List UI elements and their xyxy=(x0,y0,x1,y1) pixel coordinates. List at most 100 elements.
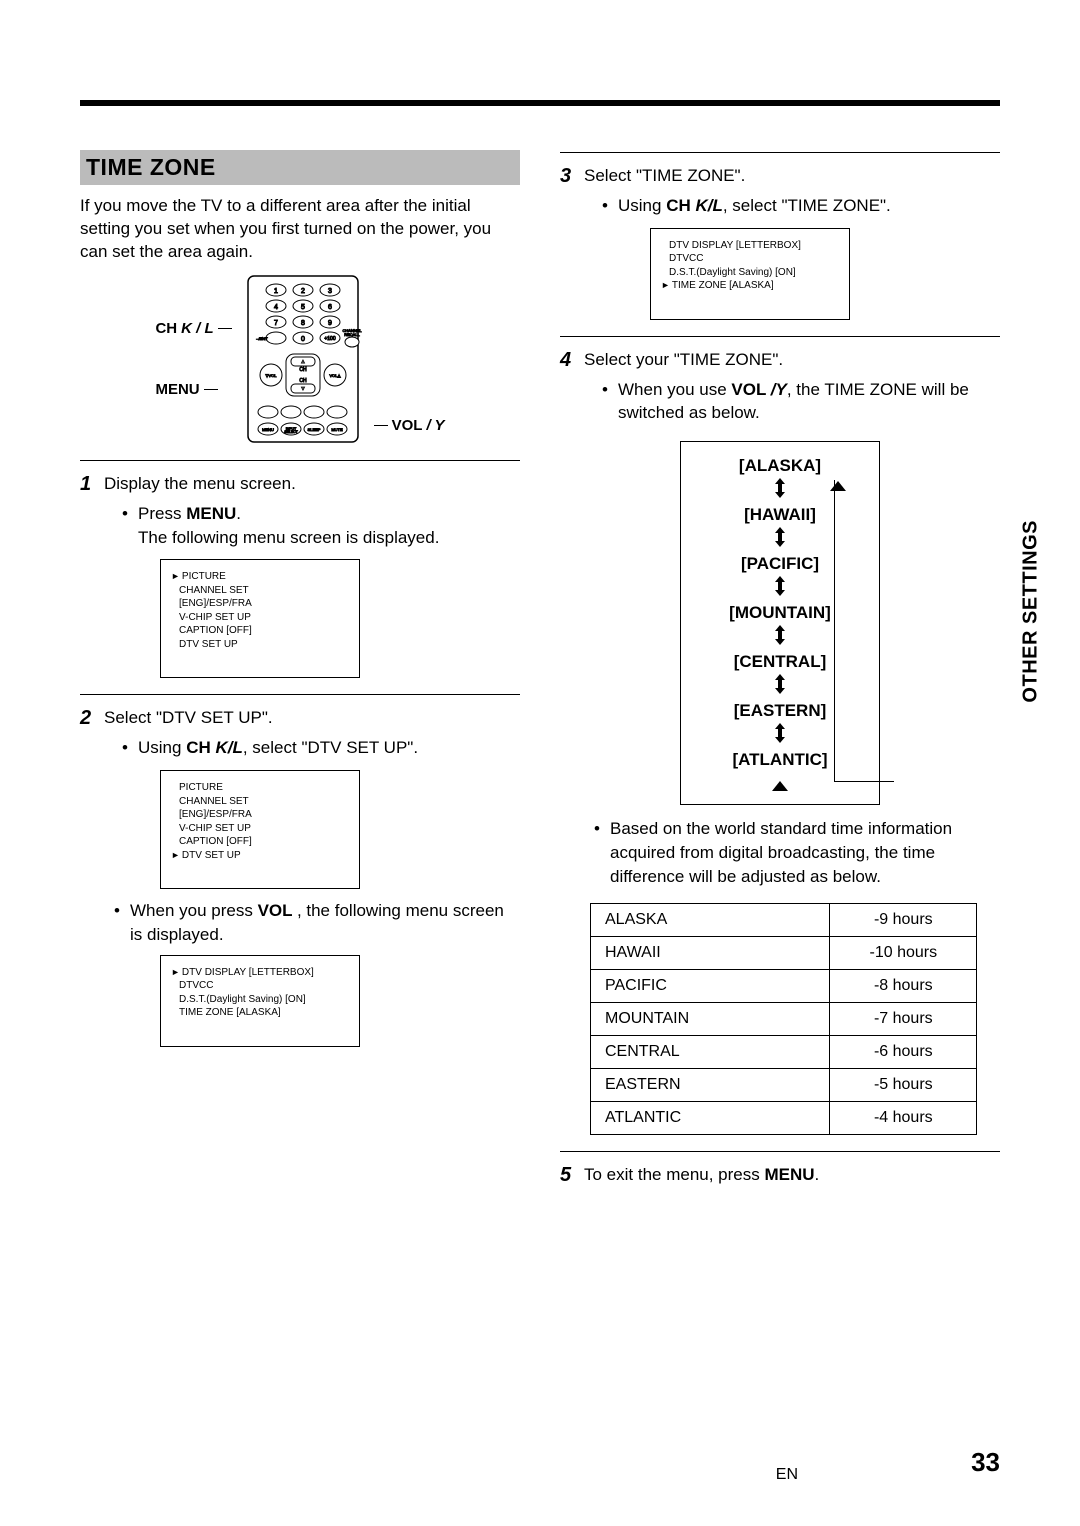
double-arrow-icon xyxy=(772,576,788,596)
svg-text:5: 5 xyxy=(301,304,305,311)
divider xyxy=(560,1151,1000,1152)
menu-item: DTV DISPLAY [LETTERBOX] xyxy=(171,966,351,980)
t: Based on the world standard time informa… xyxy=(610,817,1000,888)
svg-text:▲: ▲ xyxy=(300,359,305,365)
step-4-note: • Based on the world standard time infor… xyxy=(594,817,1000,888)
t: CH xyxy=(666,196,695,215)
double-arrow-icon xyxy=(772,723,788,743)
table-row: EASTERN-5 hours xyxy=(591,1068,977,1101)
menu-item: DTV SET UP xyxy=(179,638,351,652)
menu-item: DTVCC xyxy=(179,979,351,993)
t: Using xyxy=(618,196,666,215)
step-2-bullet-2: • When you press VOL , the following men… xyxy=(114,899,520,947)
menu-item: PICTURE xyxy=(179,781,351,795)
right-column: 3 Select "TIME ZONE". • Using CH K/L, se… xyxy=(560,150,1000,1187)
svg-text:1: 1 xyxy=(274,288,278,295)
t: When you use xyxy=(618,380,731,399)
step-2-bullet-1: • Using CH K/L, select "DTV SET UP". xyxy=(122,736,418,760)
t: VOL xyxy=(258,901,297,920)
svg-text:VOL△: VOL△ xyxy=(329,373,341,378)
intro-text: If you move the TV to a different area a… xyxy=(80,195,520,264)
step-3-text: Select "TIME ZONE". xyxy=(584,166,745,185)
step-3-bullet: • Using CH K/L, select "TIME ZONE". xyxy=(602,194,891,218)
t: VOL xyxy=(731,380,770,399)
cell: -5 hours xyxy=(830,1068,977,1101)
menu-item: CAPTION [OFF] xyxy=(179,835,351,849)
t: To exit the menu, press xyxy=(584,1165,764,1184)
step-number: 5 xyxy=(560,1164,576,1187)
t: MENU xyxy=(186,504,236,523)
table-row: PACIFIC-8 hours xyxy=(591,969,977,1002)
cell: MOUNTAIN xyxy=(591,1002,830,1035)
menu-item: DTV DISPLAY [LETTERBOX] xyxy=(669,239,841,253)
cell: CENTRAL xyxy=(591,1035,830,1068)
cell: -9 hours xyxy=(830,903,977,936)
remote-icon: 1 2 3 4 5 6 7 8 9 0 +100 xyxy=(238,274,368,444)
header-rule xyxy=(80,100,1000,106)
svg-text:MENU: MENU xyxy=(262,427,274,432)
label-menu: MENU xyxy=(155,381,199,398)
svg-text:2: 2 xyxy=(301,288,305,295)
cell: PACIFIC xyxy=(591,969,830,1002)
step-2-text: Select "DTV SET UP". xyxy=(104,708,273,727)
menu-screen-dtv-1: DTV DISPLAY [LETTERBOX] DTVCC D.S.T.(Day… xyxy=(160,955,360,1047)
t: K/L xyxy=(695,196,722,215)
menu-item: [ENG]/ESP/FRA xyxy=(179,808,351,822)
t: The following menu screen is displayed. xyxy=(138,528,439,547)
menu-screen-dtv-2: DTV DISPLAY [LETTERBOX] DTVCC D.S.T.(Day… xyxy=(650,228,850,320)
t: , select "TIME ZONE". xyxy=(723,196,891,215)
t: Press xyxy=(138,504,186,523)
double-arrow-icon xyxy=(772,527,788,547)
step-1: 1 Display the menu screen. • Press MENU.… xyxy=(80,473,520,552)
table-row: ATLANTIC-4 hours xyxy=(591,1101,977,1134)
label-vol-sym: / Y xyxy=(426,417,444,434)
svg-text:MUTE: MUTE xyxy=(331,427,343,432)
divider xyxy=(560,152,1000,153)
step-number: 1 xyxy=(80,473,96,552)
double-arrow-icon xyxy=(772,674,788,694)
menu-item: V-CHIP SET UP xyxy=(179,822,351,836)
menu-item: D.S.T.(Daylight Saving) [ON] xyxy=(179,993,351,1007)
cell: ATLANTIC xyxy=(591,1101,830,1134)
section-title: TIME ZONE xyxy=(80,150,520,185)
menu-item: DTV SET UP xyxy=(171,849,351,863)
menu-screen-main-1: PICTURE CHANNEL SET [ENG]/ESP/FRA V-CHIP… xyxy=(160,559,360,678)
step-1-text: Display the menu screen. xyxy=(104,474,296,493)
t: When you press xyxy=(130,901,258,920)
cell: -10 hours xyxy=(830,936,977,969)
callout-ch: CH K / L xyxy=(155,320,231,337)
svg-text:0: 0 xyxy=(301,336,305,343)
divider xyxy=(560,336,1000,337)
step-number: 2 xyxy=(80,707,96,762)
step-3: 3 Select "TIME ZONE". • Using CH K/L, se… xyxy=(560,165,1000,220)
cell: -6 hours xyxy=(830,1035,977,1068)
table-row: MOUNTAIN-7 hours xyxy=(591,1002,977,1035)
remote-diagram: CH K / L MENU 1 xyxy=(80,274,520,444)
cell: -7 hours xyxy=(830,1002,977,1035)
step-number: 4 xyxy=(560,349,576,428)
menu-item: CHANNEL SET xyxy=(179,584,351,598)
table-row: CENTRAL-6 hours xyxy=(591,1035,977,1068)
menu-item: DTVCC xyxy=(669,252,841,266)
step-4-bullet-1: • When you use VOL /Y, the TIME ZONE wil… xyxy=(602,378,1000,426)
label-ch-sym: K / L xyxy=(181,320,214,337)
menu-item: TIME ZONE [ALASKA] xyxy=(661,279,841,293)
double-arrow-icon xyxy=(772,478,788,498)
menu-item: CAPTION [OFF] xyxy=(179,624,351,638)
step-2: 2 Select "DTV SET UP". • Using CH K/L, s… xyxy=(80,707,520,762)
svg-text:+100: +100 xyxy=(324,336,335,342)
t: Using xyxy=(138,738,186,757)
step-4: 4 Select your "TIME ZONE". • When you us… xyxy=(560,349,1000,428)
menu-item: V-CHIP SET UP xyxy=(179,611,351,625)
timezone-cycle-diagram: [ALASKA] [HAWAII] [PACIFIC] [MOUNTAIN] [… xyxy=(680,441,880,805)
step-5: 5 To exit the menu, press MENU. xyxy=(560,1164,1000,1187)
svg-text:8: 8 xyxy=(301,320,305,327)
cell: EASTERN xyxy=(591,1068,830,1101)
label-vol: VOL xyxy=(392,417,423,434)
left-column: TIME ZONE If you move the TV to a differ… xyxy=(80,150,520,1187)
svg-text:6: 6 xyxy=(328,304,332,311)
t: . xyxy=(815,1165,820,1184)
cell: HAWAII xyxy=(591,936,830,969)
callout-menu: MENU xyxy=(155,381,231,398)
cell: -4 hours xyxy=(830,1101,977,1134)
